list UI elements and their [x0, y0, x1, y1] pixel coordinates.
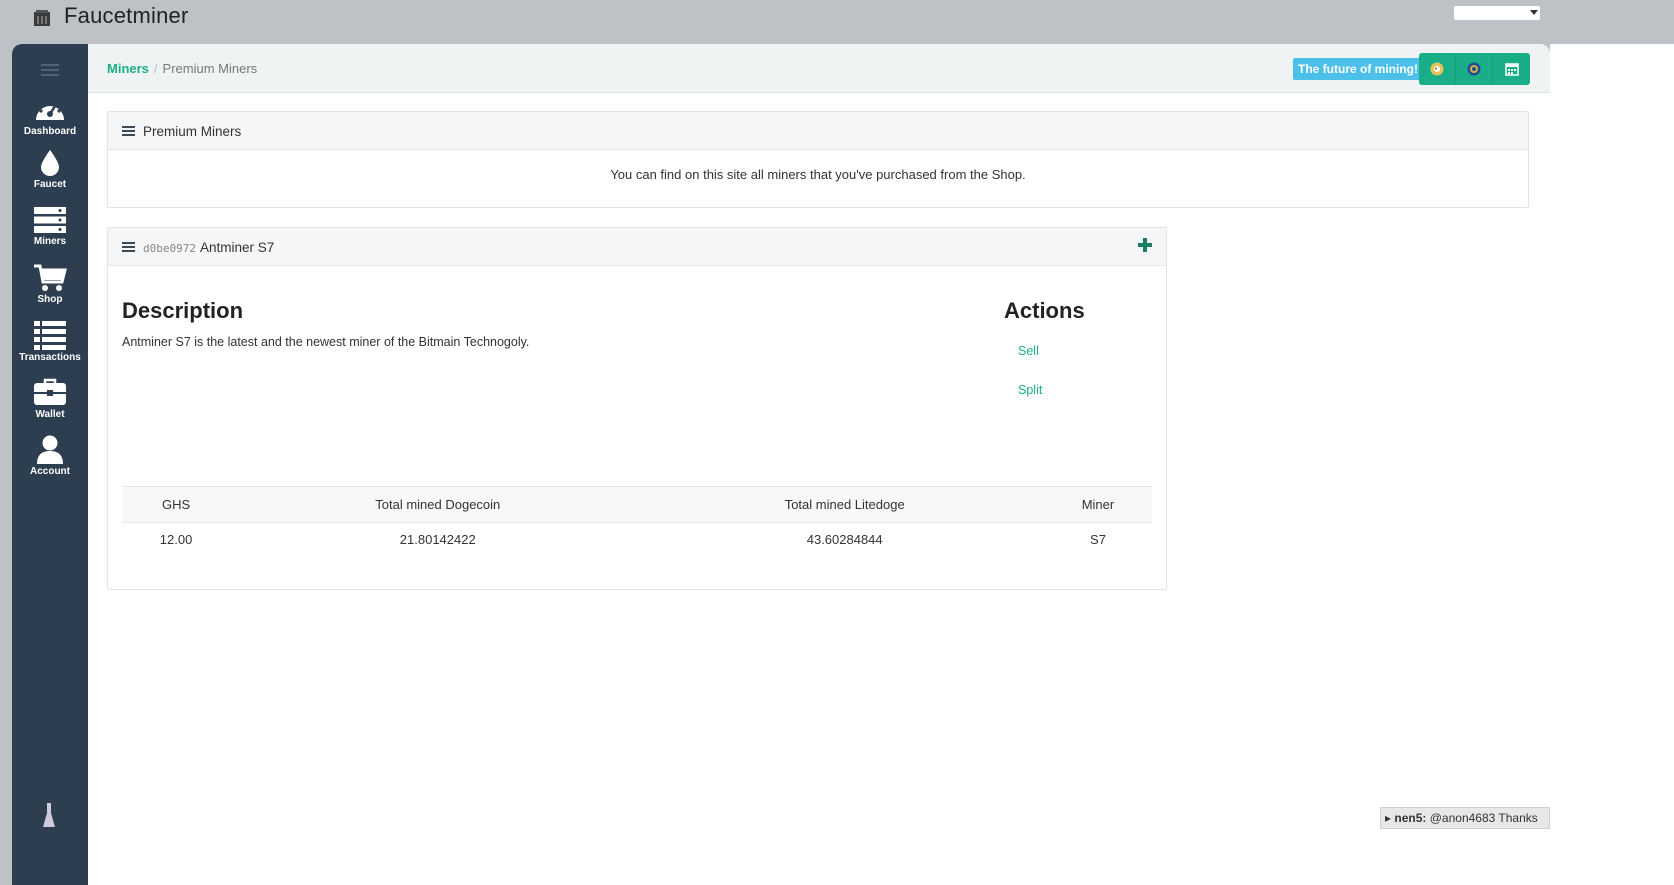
- table-cell: 12.00: [159, 532, 193, 548]
- ticker-user: nen5:: [1394, 811, 1427, 825]
- chevron-down-icon[interactable]: [1530, 10, 1538, 15]
- sidebar-item-miners[interactable]: Miners: [12, 206, 88, 247]
- sidebar-item-shop[interactable]: Shop: [12, 264, 88, 305]
- split-link[interactable]: Split: [1018, 383, 1042, 397]
- right-gutter: [1550, 44, 1674, 885]
- header-bar: Miners / Premium Miners The future of mini…: [88, 44, 1550, 93]
- sidebar-item-label: Wallet: [35, 409, 65, 420]
- list-icon: [122, 126, 135, 136]
- breadcrumb-current: Premium Miners: [162, 61, 258, 76]
- top-bar: Faucetminer: [0, 0, 1674, 44]
- sidebar: Dashboard Faucet Miners Shop Transaction…: [12, 44, 88, 885]
- list-icon: [34, 321, 66, 350]
- column-header: Miner: [1043, 486, 1152, 523]
- miner-name: Antminer S7: [199, 240, 275, 255]
- sidebar-item-label: Account: [30, 466, 70, 477]
- miner-title: d0be0972 Antminer S7: [143, 240, 274, 255]
- ticker-message: @anon4683 Thanks: [1429, 811, 1538, 825]
- breadcrumb-miners-link[interactable]: Miners: [107, 61, 149, 76]
- miner-panel: d0be0972 Antminer S7 Description Antminer…: [107, 227, 1167, 590]
- miner-logo-icon: [34, 10, 50, 26]
- sidebar-item-label: Transactions: [19, 352, 81, 363]
- dogecoin-icon: [1430, 62, 1444, 76]
- table-cell: 21.80142422: [399, 532, 476, 548]
- chat-ticker[interactable]: ▸ nen5: @anon4683 Thanks: [1380, 807, 1550, 829]
- list-icon: [122, 242, 135, 252]
- flask-icon: [43, 803, 55, 827]
- sidebar-item-label: Shop: [37, 294, 63, 305]
- miner-stats-table: GHS Total mined Dogecoin Total mined Lit…: [122, 486, 1152, 557]
- play-icon: ▸: [1385, 811, 1392, 825]
- calendar-button[interactable]: [1493, 53, 1530, 85]
- table-cell: 43.60284844: [806, 532, 883, 548]
- actions-heading: Actions: [1004, 298, 1085, 323]
- dashboard-icon: [36, 99, 64, 120]
- sidebar-item-label: Dashboard: [23, 126, 77, 137]
- sidebar-item-faucet[interactable]: Faucet: [12, 149, 88, 190]
- calendar-icon: [1504, 63, 1519, 76]
- drop-icon: [41, 150, 59, 176]
- server-icon: [34, 207, 66, 233]
- header-button-group: [1419, 53, 1530, 85]
- sidebar-item-label: Faucet: [33, 179, 67, 190]
- menu-toggle-icon[interactable]: [41, 64, 59, 79]
- main-frame: Dashboard Faucet Miners Shop Transaction…: [12, 44, 1550, 885]
- plus-icon[interactable]: [1138, 238, 1152, 252]
- sell-link[interactable]: Sell: [1018, 344, 1039, 358]
- panel-header: d0be0972 Antminer S7: [108, 228, 1166, 266]
- table-cell: S7: [1090, 532, 1106, 548]
- column-header: GHS: [122, 486, 231, 523]
- description-heading: Description: [122, 298, 244, 323]
- user-menu[interactable]: [1454, 6, 1540, 20]
- sidebar-item-wallet[interactable]: Wallet: [12, 377, 88, 420]
- sidebar-item-account[interactable]: Account: [12, 434, 88, 477]
- litedoge-icon: [1467, 62, 1481, 76]
- intro-text: You can find on this site all miners tha…: [610, 167, 1026, 182]
- miner-code: d0be0972: [143, 242, 196, 255]
- user-icon: [37, 435, 63, 464]
- dogecoin-button[interactable]: [1419, 53, 1456, 85]
- sidebar-item-transactions[interactable]: Transactions: [12, 320, 88, 363]
- briefcase-icon: [34, 378, 66, 405]
- column-header: Total mined Litedoge: [645, 486, 1044, 523]
- panel-header: Premium Miners: [108, 112, 1528, 150]
- panel-title: Premium Miners: [143, 124, 242, 139]
- cart-icon: [34, 264, 67, 291]
- future-badge: The future of mining!: [1293, 58, 1423, 80]
- column-header: Total mined Dogecoin: [230, 486, 646, 523]
- litedoge-button[interactable]: [1456, 53, 1493, 85]
- sidebar-item-dashboard[interactable]: Dashboard: [12, 94, 88, 137]
- table-header-row: GHS Total mined Dogecoin Total mined Lit…: [122, 486, 1152, 523]
- breadcrumb-separator: /: [153, 61, 158, 76]
- app-title[interactable]: Faucetminer: [64, 3, 188, 29]
- sidebar-item-label: Miners: [33, 236, 67, 247]
- table-row: 12.00 21.80142422 43.60284844 S7: [122, 523, 1152, 557]
- breadcrumb: Miners / Premium Miners: [107, 61, 257, 76]
- premium-miners-panel: Premium Miners You can find on this site…: [107, 111, 1529, 208]
- description-text: Antminer S7 is the latest and the newest…: [122, 335, 530, 349]
